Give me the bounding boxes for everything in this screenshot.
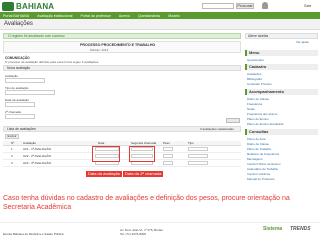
process-title: PROCESSO PROCEDIMENTO E TRABALHO	[80, 43, 156, 47]
search-input[interactable]	[202, 3, 234, 9]
sidebar-help-title: Altere tarefas	[245, 33, 318, 39]
table-row[interactable]: 1 AV1 - 1ª AVALIAÇÃO	[3, 146, 241, 153]
row-type-select[interactable]	[188, 154, 208, 158]
page-title: Avaliações	[4, 21, 33, 27]
sidebar-item-grades[interactable]: Notas	[247, 107, 255, 111]
table-row[interactable]: 3 AV3 - 3ª AVALIAÇÃO	[3, 160, 241, 167]
sidebar-item-updated-teaching-plan[interactable]: Plano de Ensino Atualizado	[247, 122, 284, 126]
sidebar-section-queries: Consultas	[245, 129, 318, 135]
row-type-select[interactable]	[188, 161, 208, 165]
col-number: Nº	[11, 141, 15, 145]
nav-item-questionnaires[interactable]: Questionários	[138, 14, 160, 18]
help-link[interactable]: Ver ajuda	[296, 40, 309, 44]
sidebar-item-teaching-plan[interactable]: Plano de Ensino	[247, 117, 269, 121]
evaluation-select[interactable]	[5, 78, 45, 83]
main-nav: Portal BAHIANA Avaliação institucional P…	[0, 12, 320, 19]
footer-logo-sistema: Sistema	[263, 226, 283, 232]
sidebar-item-questionnaire[interactable]: Questionário	[247, 58, 264, 62]
nav-item-portal[interactable]: Portal BAHIANA	[3, 14, 29, 18]
sidebar-item-attendance[interactable]: Frequência	[247, 102, 262, 106]
row-number: 1	[11, 147, 13, 151]
sidebar-item-class-diary-query[interactable]: Diário de Classe	[247, 142, 269, 146]
row-weight-input[interactable]	[163, 161, 173, 165]
row-evaluation: AV1 - 1ª AVALIAÇÃO	[23, 147, 52, 151]
sidebar-item-bibliography[interactable]: Bibliografia	[247, 77, 262, 81]
date-column-highlight	[92, 146, 120, 162]
row-weight-input[interactable]	[163, 154, 173, 158]
col-date: Data	[98, 141, 105, 145]
sidebar-item-class-diary[interactable]: Diário de Classe	[247, 97, 269, 101]
row-weight-input[interactable]	[163, 147, 173, 151]
sidebar-item-planned-content[interactable]: Conteúdo Previsto	[247, 82, 272, 86]
evaluation-count: 3 avaliações cadastradas	[200, 127, 234, 131]
row-number: 2	[11, 154, 13, 158]
second-call-input[interactable]	[5, 114, 35, 119]
sidebar-item-work-calendar[interactable]: Calendário de Trabalho	[247, 167, 278, 171]
search-button[interactable]: Procurar	[236, 3, 254, 9]
nav-item-model[interactable]: Modelo	[168, 14, 180, 18]
sidebar-item-lesson-plan[interactable]: Plano de Aula	[247, 137, 266, 141]
col-evaluation: Avaliação	[23, 141, 36, 145]
footer-phone-line: Tel: (71) 3276-8200	[120, 232, 147, 236]
exit-link[interactable]: Sair	[304, 3, 311, 8]
nav-item-institutional[interactable]: Avaliação institucional	[37, 14, 72, 18]
sidebar-item-student-attendance[interactable]: Frequência dos alunos	[247, 112, 277, 116]
sidebar-section-tracking: Acompanhamento	[245, 89, 318, 95]
communication-text: O processo de avaliação definido para es…	[5, 60, 100, 64]
process-subtitle: Módulo: 2013	[90, 48, 109, 52]
row-type-select[interactable]	[188, 147, 208, 151]
nav-item-acervo[interactable]: Acervo	[119, 14, 130, 18]
sidebar-section-menu: Menu	[245, 50, 318, 56]
row-evaluation: AV2 - 2ª AVALIAÇÃO	[23, 154, 52, 158]
delete-button[interactable]: Excluir	[5, 134, 19, 139]
sidebar-item-work-plan[interactable]: Plano de Trabalho	[247, 147, 271, 151]
footer-logo-trends: TRENDS	[290, 226, 311, 232]
sidebar-section-register: Cadastro	[245, 64, 318, 70]
footer-address: Av. Dom João VI, nº 275, Brotas Tel: (71…	[120, 228, 163, 236]
sidebar-item-attendance-report[interactable]: Relatório de Frequência	[247, 152, 279, 156]
page-title-bar	[0, 19, 320, 30]
second-call-column-highlight	[129, 146, 155, 162]
evaluation-table: Nº Avaliação Data Segunda chamada Peso T…	[3, 141, 241, 167]
footer-institution: Escola Bahiana de Medicina e Saúde Públi…	[3, 232, 64, 236]
new-evaluation-heading: Nova avaliação	[3, 65, 241, 71]
logo-text: BAHIANA	[16, 1, 55, 11]
date-input[interactable]	[5, 102, 35, 107]
row-number: 3	[11, 161, 13, 165]
second-call-annotation-label: Data da 2ª chamada	[123, 171, 164, 177]
sidebar-item-print-schedules[interactable]: Imprimir Horários	[247, 172, 270, 176]
date-annotation-label: Data da avaliação	[86, 171, 123, 177]
user-icon	[262, 2, 268, 9]
logo-mark	[2, 1, 14, 11]
sidebar-item-evaluations[interactable]: Avaliações	[247, 72, 261, 76]
create-evaluation-button[interactable]	[226, 118, 240, 123]
sidebar-item-messages[interactable]: Mensagens	[247, 157, 263, 161]
table-row[interactable]: 2 AV2 - 2ª AVALIAÇÃO	[3, 153, 241, 160]
sidebar-item-teacher-manual[interactable]: Manual do Professor	[247, 177, 275, 181]
success-message: O registro foi atualizado com sucesso	[3, 33, 241, 39]
nav-item-teacher-portal[interactable]: Portal do professor	[80, 14, 110, 18]
col-type: Tipo	[188, 141, 194, 145]
col-second-call: Segunda chamada	[131, 141, 157, 145]
sidebar-item-print-plan[interactable]: Imprimir Plano de Ensino	[247, 162, 281, 166]
form-type-select[interactable]	[5, 90, 55, 95]
instruction-caption: Caso tenha dúvidas no cadastro de avalia…	[3, 195, 290, 211]
row-evaluation: AV3 - 3ª AVALIAÇÃO	[23, 161, 52, 165]
logo[interactable]: BAHIANA	[2, 1, 54, 11]
col-weight: Peso	[163, 141, 170, 145]
